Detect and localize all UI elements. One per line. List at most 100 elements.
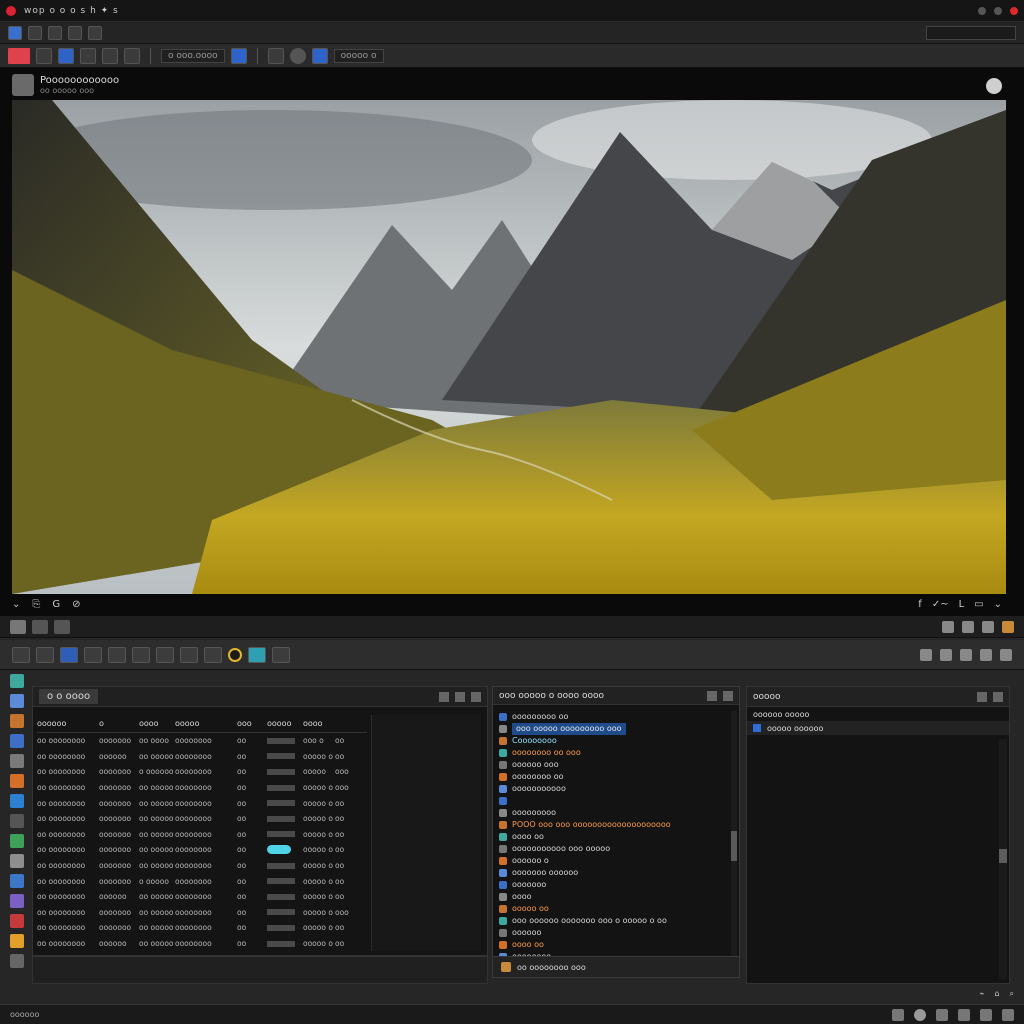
table-row[interactable]: oo ooooooooooooooooo ooooooooooooooooooo… bbox=[37, 780, 367, 796]
tool-button[interactable] bbox=[230, 47, 247, 64]
viewer-foot-icon[interactable]: ⎘ bbox=[32, 599, 40, 610]
console-line[interactable]: ooooooooo oo bbox=[499, 711, 725, 723]
console-line[interactable]: Coooooooo bbox=[499, 735, 725, 747]
dock-app-icon[interactable] bbox=[10, 754, 24, 768]
record-button[interactable] bbox=[8, 47, 30, 64]
table-row[interactable]: oo ooooooooooooooooo ooooooooooooooooooo… bbox=[37, 858, 367, 874]
tool-button[interactable] bbox=[58, 47, 74, 64]
dock-app-icon[interactable] bbox=[10, 894, 24, 908]
dock-app-icon[interactable] bbox=[10, 714, 24, 728]
tool-button[interactable] bbox=[108, 646, 126, 663]
search-field[interactable] bbox=[926, 25, 1016, 40]
column-header[interactable]: oooo bbox=[303, 719, 335, 728]
console-line[interactable]: oooooo ooo bbox=[499, 759, 725, 771]
console-line[interactable]: oooo oo bbox=[499, 939, 725, 951]
column-header[interactable]: oooooo bbox=[37, 719, 99, 728]
tool-icon[interactable] bbox=[48, 25, 62, 40]
checkbox[interactable] bbox=[753, 724, 761, 732]
console-line[interactable]: ooooooooooo ooo ooooo bbox=[499, 843, 725, 855]
console-line[interactable]: ooooooo bbox=[499, 879, 725, 891]
eye-icon[interactable] bbox=[920, 648, 932, 661]
tool-icon[interactable] bbox=[88, 25, 102, 40]
console-line[interactable]: oooo bbox=[499, 891, 725, 903]
folder-icon[interactable] bbox=[1002, 620, 1014, 633]
table-row[interactable]: oo oooooooooooooooo oooooooooooooooooooo… bbox=[37, 764, 367, 780]
record-icon[interactable] bbox=[289, 47, 306, 64]
table-row[interactable]: oo oooooooooooooooo oooooooooooooooooooo… bbox=[37, 749, 367, 765]
table-row[interactable]: oo ooooooooooooooooo ooooooooooooooooooo… bbox=[37, 811, 367, 827]
properties-scrollbar[interactable] bbox=[999, 739, 1007, 979]
dock-app-icon[interactable] bbox=[10, 874, 24, 888]
minimize-icon[interactable] bbox=[707, 690, 717, 701]
help-icon[interactable] bbox=[986, 78, 1002, 94]
tool-button[interactable] bbox=[80, 47, 96, 64]
table-row[interactable]: oo ooooooooooooooooo ooooooooooooooooooo… bbox=[37, 842, 367, 858]
close-icon[interactable] bbox=[471, 691, 481, 702]
folder-icon[interactable] bbox=[501, 962, 511, 972]
settings-icon[interactable] bbox=[980, 648, 992, 661]
viewer-foot-icon[interactable]: ✓~ bbox=[932, 599, 949, 610]
viewer-foot-icon[interactable]: f bbox=[918, 599, 922, 610]
network-icon[interactable] bbox=[892, 1008, 904, 1021]
table-row[interactable]: oo ooooooooooooooooo ooooooooooooooooooo… bbox=[37, 795, 367, 811]
dock-app-icon[interactable] bbox=[10, 774, 24, 788]
column-header[interactable]: o bbox=[99, 719, 139, 728]
table-row[interactable]: oo oooooooooooooooo oooooooooooooooooooo… bbox=[37, 889, 367, 905]
tab-workspace[interactable] bbox=[54, 619, 70, 634]
console-line[interactable]: oooooooo oo bbox=[499, 771, 725, 783]
column-header[interactable]: oooo bbox=[139, 719, 175, 728]
sync-icon[interactable] bbox=[914, 1008, 926, 1021]
console-line[interactable]: oooooooo oo ooo bbox=[499, 747, 725, 759]
tool-button[interactable] bbox=[248, 646, 266, 663]
console-line[interactable]: ooooooooo bbox=[499, 807, 725, 819]
viewer-foot-icon[interactable]: ⌄ bbox=[12, 599, 20, 610]
tool-button[interactable] bbox=[124, 47, 140, 64]
tool-button[interactable] bbox=[272, 646, 290, 663]
close-icon[interactable] bbox=[723, 690, 733, 701]
console-line[interactable]: ooooo oo bbox=[499, 903, 725, 915]
tool-button[interactable] bbox=[36, 47, 52, 64]
console-line[interactable]: POOO ooo ooo oooooooooooooooooooo bbox=[499, 819, 725, 831]
lock-icon[interactable] bbox=[962, 620, 974, 633]
console-line[interactable]: ooooooooooo bbox=[499, 783, 725, 795]
settings-icon[interactable] bbox=[980, 1008, 992, 1021]
table-row[interactable]: oo oooooooooooooooo oooooooooooooooooooo… bbox=[37, 936, 367, 952]
table-row[interactable]: oo ooooooooooooooooo ooooooooooooooooooo… bbox=[37, 827, 367, 843]
notification-icon[interactable] bbox=[1002, 1008, 1014, 1021]
check-icon[interactable] bbox=[982, 620, 994, 633]
console-line[interactable]: oooooo o bbox=[499, 855, 725, 867]
tab-workspace[interactable] bbox=[10, 619, 26, 634]
tool-button[interactable] bbox=[102, 47, 118, 64]
console-line[interactable]: ooooooo oooooo bbox=[499, 867, 725, 879]
dock-app-icon[interactable] bbox=[10, 934, 24, 948]
console-scrollbar[interactable] bbox=[731, 711, 737, 961]
tool-button[interactable] bbox=[36, 646, 54, 663]
tool-button[interactable] bbox=[180, 646, 198, 663]
list-view-icon[interactable] bbox=[439, 691, 449, 702]
check-icon[interactable] bbox=[940, 648, 952, 661]
dock-app-icon[interactable] bbox=[10, 794, 24, 808]
filter-icon[interactable] bbox=[977, 691, 987, 702]
status-icon[interactable]: ⌂ bbox=[994, 989, 999, 999]
tool-icon[interactable] bbox=[28, 25, 42, 40]
status-icon[interactable]: ⌕ bbox=[1010, 989, 1014, 999]
tool-button[interactable] bbox=[156, 646, 174, 663]
table-row[interactable]: oo ooooooooooooooooo ooooooooooooooooooo… bbox=[37, 920, 367, 936]
console-line[interactable]: ooo ooooo ooooooooo ooo bbox=[499, 723, 725, 735]
dock-app-icon[interactable] bbox=[10, 694, 24, 708]
tool-button[interactable] bbox=[311, 47, 328, 64]
column-header[interactable]: ooooo bbox=[267, 719, 303, 728]
minimize-button[interactable] bbox=[994, 6, 1002, 15]
dock-app-icon[interactable] bbox=[10, 834, 24, 848]
viewer-foot-icon[interactable]: L bbox=[959, 599, 965, 610]
tool-button[interactable] bbox=[132, 646, 150, 663]
viewer-foot-icon[interactable]: ▭ bbox=[974, 599, 983, 610]
status-icon[interactable]: ⌁ bbox=[980, 989, 985, 999]
tool-button[interactable] bbox=[84, 646, 102, 663]
close-icon[interactable] bbox=[960, 648, 972, 661]
tab-workspace[interactable] bbox=[32, 619, 48, 634]
console-line[interactable]: ooo oooooo ooooooo ooo o ooooo o oo bbox=[499, 915, 725, 927]
dock-app-icon[interactable] bbox=[10, 954, 24, 968]
dock-app-icon[interactable] bbox=[10, 814, 24, 828]
tool-button[interactable] bbox=[267, 47, 284, 64]
